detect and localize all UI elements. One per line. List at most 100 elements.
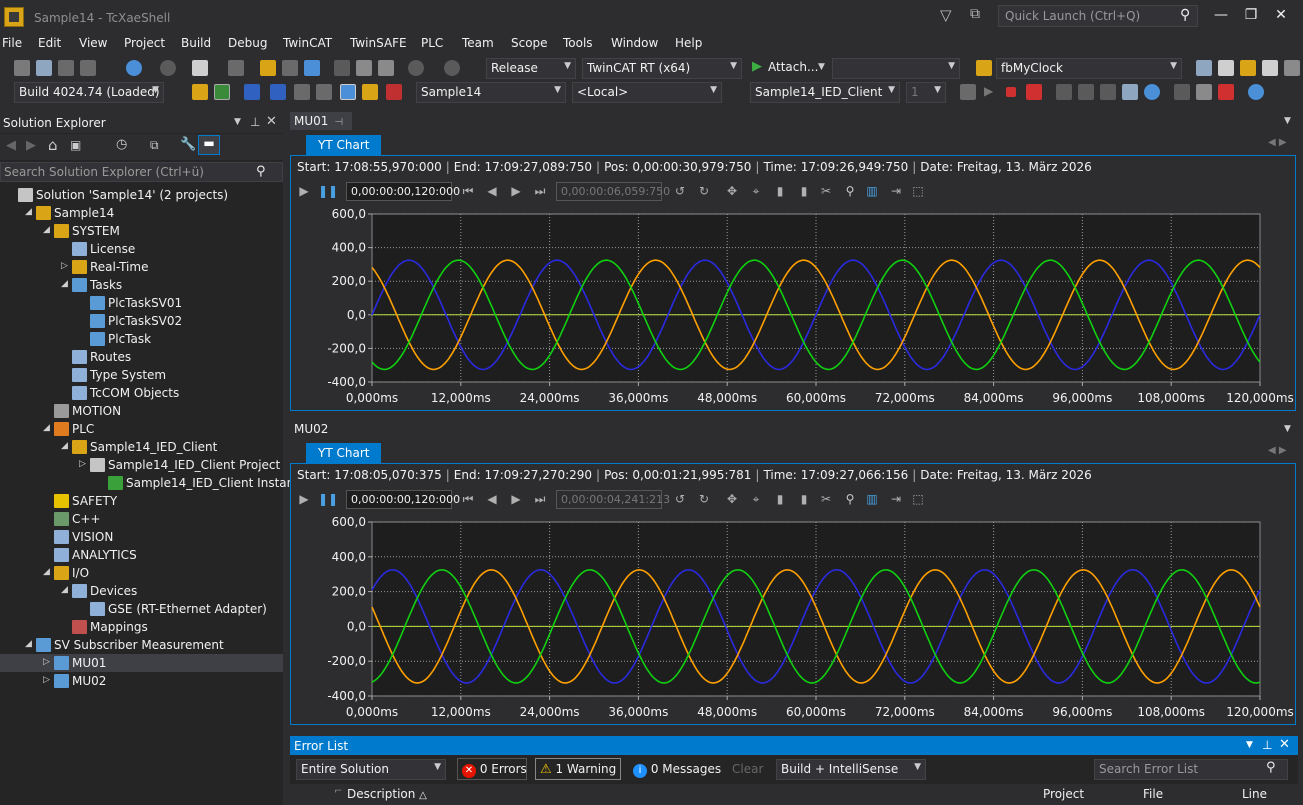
tree-item[interactable]: ◢ Sample14_IED_Client	[0, 438, 283, 456]
chevron-down-icon[interactable]: ▼	[818, 62, 825, 72]
screenshot-icon[interactable]: ⬚	[910, 492, 926, 508]
tree-item[interactable]: PlcTaskSV01	[0, 294, 283, 312]
export-icon[interactable]: ⇥	[888, 492, 904, 508]
tree-item[interactable]: TcCOM Objects	[0, 384, 283, 402]
load-devices-icon[interactable]	[270, 84, 286, 100]
restart-run-mode-icon[interactable]	[214, 84, 230, 100]
minimize-button[interactable]: —	[1210, 7, 1232, 27]
column-description[interactable]: Description △	[347, 787, 427, 801]
step-back-icon[interactable]: ◀	[484, 184, 500, 200]
document-tab-mu01[interactable]: MU01 ⊣	[290, 112, 352, 130]
switch-views-icon[interactable]: ▣	[70, 138, 81, 152]
scissors-icon[interactable]: ✂	[818, 492, 834, 508]
quick-launch-input[interactable]: Quick Launch (Ctrl+Q)	[998, 5, 1198, 27]
sync-icon[interactable]	[1248, 84, 1264, 100]
search-icon[interactable]: ⚲	[1266, 760, 1276, 775]
warnings-filter-button[interactable]: ⚠ 1 Warning	[535, 758, 621, 780]
step-out-icon[interactable]	[1100, 84, 1116, 100]
pause-icon[interactable]: ❚❚	[318, 184, 338, 200]
reset-icon[interactable]: ↺	[672, 492, 688, 508]
menu-scope[interactable]: Scope	[511, 36, 548, 50]
menu-project[interactable]: Project	[124, 36, 165, 50]
attach-target-select[interactable]: ▼	[832, 58, 960, 79]
yt-chart-plot-mu01[interactable]: 600,0 400,0 200,0 0,0 -200,0 -400,0 0,000ms 12,…	[291, 206, 1295, 410]
tree-item[interactable]: PlcTask	[0, 330, 283, 348]
expand-arrow-icon[interactable]: ▷	[79, 459, 86, 469]
offset-input[interactable]: 0,00:00:04,241:213	[556, 490, 670, 509]
save-file-icon[interactable]	[282, 60, 298, 76]
search-icon[interactable]: ⚲	[1180, 7, 1190, 23]
toggle-free-run-icon[interactable]	[316, 84, 332, 100]
logout-icon[interactable]	[1026, 84, 1042, 100]
build-version-select[interactable]: Build 4024.74 (Loaded) ▼	[14, 82, 164, 103]
collapse-arrow-icon[interactable]: ◢	[25, 207, 32, 217]
pin-icon[interactable]: ⊥	[1262, 738, 1272, 752]
pan-icon[interactable]: ✥	[724, 184, 740, 200]
zoom-icon[interactable]: ⚲	[842, 492, 858, 508]
tree-item[interactable]: ANALYTICS	[0, 546, 283, 564]
column-file[interactable]: File	[1143, 787, 1163, 801]
redo-icon[interactable]	[444, 60, 460, 76]
project-select[interactable]: Sample14 ▼	[416, 82, 566, 103]
show-sub-items-icon[interactable]	[362, 84, 378, 100]
pan-icon[interactable]: ✥	[724, 492, 740, 508]
messages-filter-button[interactable]: i 0 Messages	[628, 758, 721, 780]
record-icon[interactable]	[1218, 84, 1234, 100]
screenshot-icon[interactable]: ⬚	[910, 184, 926, 200]
overview-icon[interactable]: ▥	[864, 492, 880, 508]
target-system-select[interactable]: <Local> ▼	[572, 82, 722, 103]
tree-item[interactable]: ◢ Tasks	[0, 276, 283, 294]
properties-icon[interactable]	[1240, 60, 1256, 76]
document-tab-mu02[interactable]: MU02	[290, 420, 330, 438]
step-over-icon[interactable]	[1056, 84, 1072, 100]
collapse-arrow-icon[interactable]: ◢	[43, 225, 50, 235]
overview-icon[interactable]: ▥	[864, 184, 880, 200]
tree-item[interactable]: Routes	[0, 348, 283, 366]
cut-icon[interactable]	[334, 60, 350, 76]
menu-help[interactable]: Help	[675, 36, 702, 50]
start-debug-icon[interactable]: ▶	[752, 59, 762, 74]
tree-item[interactable]: ▷ MU01	[0, 654, 283, 672]
chevron-down-icon[interactable]: ▼	[1284, 116, 1291, 126]
config-mode-icon[interactable]	[244, 84, 260, 100]
error-scope-select[interactable]: Entire Solution ▼	[296, 759, 446, 780]
home-icon[interactable]: ⌂	[48, 136, 58, 154]
marker-icon[interactable]: ▮	[772, 184, 788, 200]
expand-arrow-icon[interactable]: ▷	[43, 657, 50, 667]
navigate-back-icon[interactable]	[126, 60, 142, 76]
export-icon[interactable]: ⇥	[888, 184, 904, 200]
undo-icon[interactable]	[408, 60, 424, 76]
interval-input[interactable]: 0,00:00:00,120:000	[346, 182, 460, 201]
add-item-icon[interactable]	[228, 60, 244, 76]
tree-item[interactable]: VISION	[0, 528, 283, 546]
tree-item[interactable]: Sample14_IED_Client Instance	[0, 474, 308, 492]
build-filter-select[interactable]: Build + IntelliSense ▼	[776, 759, 926, 780]
tree-item[interactable]: ▷ MU02	[0, 672, 283, 690]
wrench-icon[interactable]	[1218, 60, 1234, 76]
instance-select[interactable]: 1 ▼	[906, 82, 946, 103]
maximize-button[interactable]: ❐	[1240, 7, 1262, 27]
refresh-icon[interactable]	[1144, 84, 1160, 100]
clear-button[interactable]: Clear	[732, 762, 763, 776]
menu-plc[interactable]: PLC	[421, 36, 443, 50]
marker-move-icon[interactable]: ▮	[796, 492, 812, 508]
tree-item[interactable]: Type System	[0, 366, 283, 384]
chevron-down-icon[interactable]: ▼	[1284, 424, 1291, 434]
search-icon[interactable]: ⚲	[256, 164, 266, 179]
solution-explorer-search-input[interactable]: Search Solution Explorer (Ctrl+ü)	[0, 162, 283, 182]
feedback-icon[interactable]: ⧉	[970, 6, 994, 26]
yt-chart-plot-mu02[interactable]: 600,0 400,0 200,0 0,0 -200,0 -400,0 0,000ms 12,…	[291, 514, 1295, 724]
login-icon[interactable]	[960, 84, 976, 100]
call-stack-icon[interactable]	[1122, 84, 1138, 100]
copy-icon[interactable]	[356, 60, 372, 76]
menu-twincat[interactable]: TwinCAT	[283, 36, 332, 50]
step-into-icon[interactable]	[1078, 84, 1094, 100]
pin-icon[interactable]: ⊣	[328, 117, 343, 128]
offset-input[interactable]: 0,00:00:06,059:750	[556, 182, 670, 201]
tree-item[interactable]: ◢ Devices	[0, 582, 283, 600]
tree-item[interactable]: PlcTaskSV02	[0, 312, 283, 330]
scan-icon[interactable]	[294, 84, 310, 100]
yt-chart-tab-mu01[interactable]: YT Chart	[306, 135, 382, 155]
zoom-icon[interactable]: ⚲	[842, 184, 858, 200]
close-panel-icon[interactable]: ✕	[1279, 737, 1290, 752]
